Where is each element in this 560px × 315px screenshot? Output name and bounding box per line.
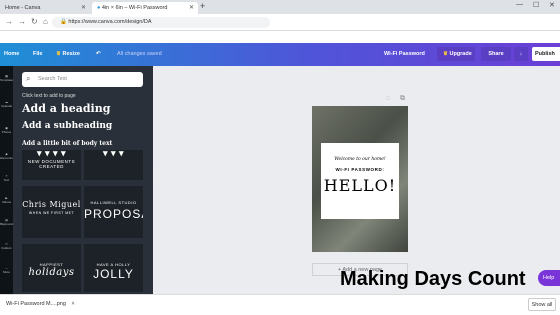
home-icon[interactable]: ⌂ (43, 17, 48, 26)
rail-item-videos[interactable]: ▶ Videos (0, 196, 13, 204)
watermark: Making Days Count (340, 268, 526, 290)
rail-item-more[interactable]: ⋯ More (0, 266, 13, 274)
tile-line: holidays (28, 267, 75, 278)
search-icon: ⌕ (26, 74, 31, 83)
rail-label: Elements (0, 156, 13, 160)
tile-line: Chris Miguel (22, 200, 81, 209)
tile-line: PROPOSAL (84, 207, 143, 221)
chevron-up-icon[interactable]: ˄ (71, 301, 74, 307)
rail-item-background[interactable]: ▤ Bkground (0, 218, 13, 226)
browser-tab-strip: Home - Canva ✕ ● 4in × 6in – Wi-Fi Passw… (0, 0, 560, 14)
rail-label: Photos (1, 130, 12, 134)
text-template-tile[interactable]: ▾ ▾ ▾ (84, 150, 143, 180)
file-menu-button[interactable]: File (33, 51, 42, 57)
tab-wifi-password[interactable]: ● 4in × 6in – Wi-Fi Password ✕ (92, 2, 198, 14)
tile-line: JOLLY (93, 267, 134, 281)
rail-label: More (3, 270, 10, 274)
tile-line: HALLIWELL STUDIO (90, 200, 137, 205)
welcome-text: Welcome to our home! (334, 157, 386, 162)
url-text: https://www.canva.com/design/DA (68, 19, 152, 25)
minimize-icon[interactable]: — (516, 1, 523, 8)
download-icon[interactable]: ↓ (514, 47, 528, 61)
lock-icon: 🔒 (60, 19, 67, 25)
upgrade-label: Upgrade (449, 51, 472, 57)
rail-item-text[interactable]: T Text (0, 174, 13, 182)
address-bar-row: → → ↻ ⌂ 🔒 https://www.canva.com/design/D… (0, 14, 560, 31)
document-title[interactable]: Wi-Fi Password (384, 51, 425, 57)
share-button[interactable]: Share (481, 47, 511, 61)
canva-favicon-icon: ● (97, 5, 101, 11)
editor-toolbar: Home File ♛ Resize ↶ All changes saved W… (0, 43, 560, 66)
rail-label: Videos (1, 200, 12, 204)
help-button[interactable]: Help (538, 270, 560, 286)
download-shelf (0, 294, 560, 315)
text-template-tile[interactable]: HAVE A HOLLY JOLLY (84, 244, 143, 292)
file-name: Wi-Fi Password M....png (6, 301, 66, 307)
publish-button[interactable]: Publish (532, 47, 560, 61)
maximize-icon[interactable]: ☐ (533, 1, 539, 9)
tab-label: 4in × 6in – Wi-Fi Password (101, 5, 168, 11)
tile-line: WHEN WE FIRST MET (28, 211, 75, 215)
show-all-button[interactable]: Show all (528, 298, 556, 311)
crown-icon: ♛ (56, 51, 61, 57)
rail-label: Bkground (0, 222, 13, 226)
reload-icon[interactable]: ↻ (31, 17, 38, 26)
tab-home-canva[interactable]: Home - Canva ✕ (0, 2, 90, 14)
tile-line: CREATED (39, 164, 64, 169)
upgrade-button[interactable]: ♛ Upgrade (437, 47, 475, 61)
tab-label: Home - Canva (5, 5, 41, 11)
forward-icon[interactable]: → (18, 17, 26, 26)
downloaded-file[interactable]: Wi-Fi Password M....png ˄ (6, 301, 75, 307)
crown-icon: ♛ (443, 51, 448, 57)
rail-item-photos[interactable]: ▣ Photos (0, 126, 13, 134)
close-window-icon[interactable]: ✕ (549, 1, 555, 9)
panel-hint: Click text to add to page (22, 93, 76, 99)
rail-item-uploads[interactable]: ☁ Uploads (0, 100, 13, 108)
wifi-label: WI-FI PASSWORD: (335, 167, 385, 172)
note-icon[interactable]: ◌ (386, 95, 390, 102)
tile-decor: ▾ ▾ ▾ ▾ (36, 150, 67, 158)
add-heading-button[interactable]: Add a heading (22, 102, 110, 115)
text-template-tile[interactable]: Chris Miguel WHEN WE FIRST MET (22, 186, 81, 238)
rail-label: Uploads (0, 104, 12, 108)
wifi-card-text-block[interactable]: Welcome to our home! WI-FI PASSWORD: HEL… (321, 143, 399, 219)
home-button[interactable]: Home (4, 51, 19, 57)
rail-label: Templates (0, 78, 14, 82)
text-template-tile[interactable]: HALLIWELL STUDIO PROPOSAL (84, 186, 143, 238)
rail-item-templates[interactable]: ▦ Templates (0, 74, 14, 82)
new-tab-icon[interactable]: + (200, 1, 205, 11)
rail-item-folders[interactable]: ▭ Folders (0, 242, 13, 250)
duplicate-page-icon[interactable]: ⧉ (400, 95, 405, 103)
close-tab-icon[interactable]: ✕ (81, 2, 86, 14)
rail-label: Text (3, 178, 10, 182)
rail-label: Folders (1, 246, 12, 250)
back-icon[interactable]: → (5, 17, 13, 26)
resize-label: Resize (62, 51, 80, 57)
password-text: HELLO! (323, 176, 397, 195)
add-subheading-button[interactable]: Add a subheading (22, 121, 112, 131)
rail-item-elements[interactable]: ◆ Elements (0, 152, 13, 160)
undo-icon[interactable]: ↶ (96, 51, 101, 57)
resize-button[interactable]: ♛ Resize (56, 51, 80, 57)
add-body-text-button[interactable]: Add a little bit of body text (22, 140, 112, 147)
tile-decor: ▾ ▾ ▾ (102, 150, 125, 158)
text-template-tile[interactable]: ▾ ▾ ▾ ▾ NEW DOCUMENTS CREATED (22, 150, 81, 180)
search-input[interactable]: Search Text (22, 72, 143, 87)
left-rail: ▦ Templates ☁ Uploads ▣ Photos ◆ Elements TT… (0, 66, 14, 294)
text-template-tile[interactable]: HAPPIEST holidays (22, 244, 81, 292)
url-input[interactable]: 🔒 https://www.canva.com/design/DA (52, 17, 270, 28)
close-tab-icon[interactable]: ✕ (189, 2, 194, 14)
save-status: All changes saved (117, 51, 162, 57)
